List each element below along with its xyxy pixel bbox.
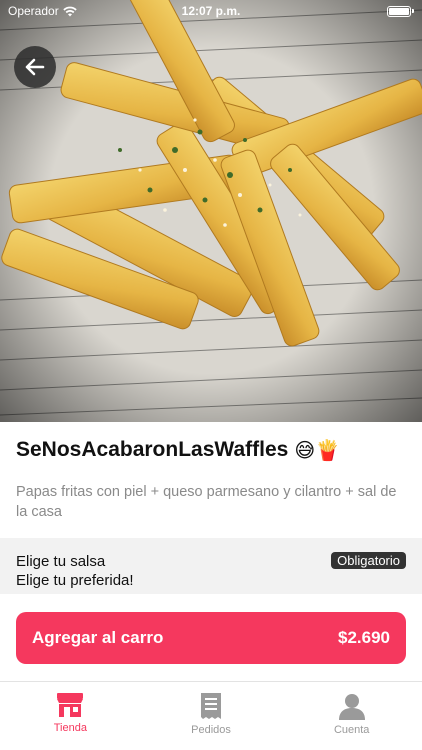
tab-bar: Tienda Pedidos Cuenta: [0, 681, 422, 750]
battery-indicator: [387, 5, 414, 17]
fries-photo: [0, 0, 422, 422]
tab-cuenta[interactable]: Cuenta: [281, 682, 422, 750]
battery-cap: [412, 9, 414, 13]
tab-pedidos-label: Pedidos: [191, 724, 231, 736]
battery-icon: [387, 5, 411, 17]
tab-cuenta-label: Cuenta: [333, 724, 370, 736]
user-icon: [338, 694, 365, 720]
arrow-left-icon: [25, 58, 45, 76]
carrier-info: Operador: [8, 4, 77, 18]
product-image: [0, 0, 422, 422]
product-description: Papas fritas con piel + queso parmesano …: [16, 484, 397, 520]
product-title-emojis: 😅🍟: [294, 438, 341, 462]
tab-pedidos[interactable]: Pedidos: [141, 682, 282, 750]
add-to-cart-label: Agregar al carro: [32, 628, 164, 647]
option-group-salsa[interactable]: Elige tu salsa Elige tu preferida! Oblig…: [0, 538, 422, 594]
status-bar: Operador 12:07 p.m.: [0, 0, 422, 22]
carrier-label: Operador: [8, 4, 59, 18]
product-title: SeNosAcabaronLasWaffles 😅🍟: [16, 438, 340, 462]
store-icon: [57, 693, 84, 717]
option-group-subtitle: Elige tu preferida!: [16, 572, 134, 589]
required-badge: Obligatorio: [331, 552, 406, 569]
add-to-cart-button[interactable]: Agregar al carro $2.690: [16, 612, 406, 664]
back-button[interactable]: [14, 46, 56, 88]
tab-tienda-label: Tienda: [53, 722, 87, 734]
add-to-cart-price: $2.690: [338, 628, 390, 647]
product-title-text: SeNosAcabaronLasWaffles: [16, 438, 289, 461]
receipt-icon: [201, 693, 221, 719]
tab-tienda[interactable]: Tienda: [0, 682, 141, 750]
wifi-icon: [63, 6, 77, 16]
